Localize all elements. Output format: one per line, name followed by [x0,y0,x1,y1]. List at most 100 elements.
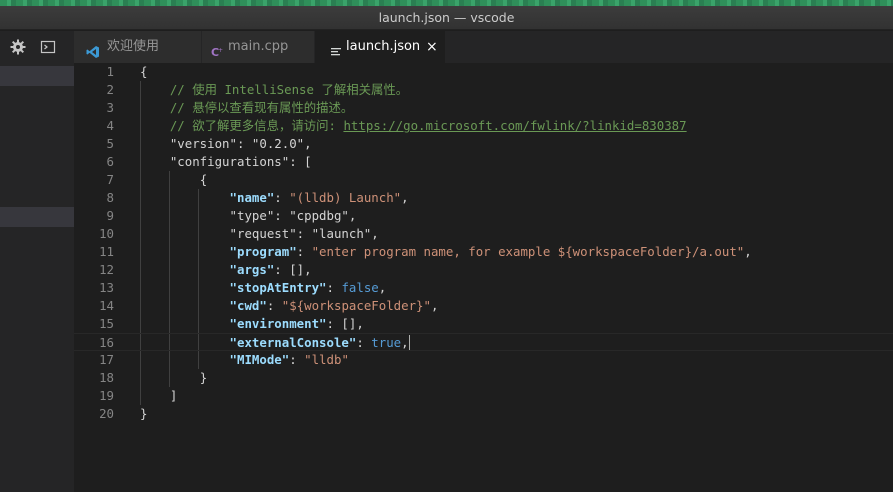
activity-toolbar [0,31,74,63]
gear-icon[interactable] [10,39,26,55]
line-number: 17 [99,352,114,367]
line-number: 1 [106,64,114,79]
code-text: "configurations": [ [140,153,312,171]
code-token: "launch" [311,226,372,241]
code-token: "enter program name, for example ${works… [311,244,745,259]
code-token: : [296,244,312,259]
code-token: "request" [229,226,297,241]
code-token: , [348,208,357,223]
explorer-row-highlight[interactable] [0,66,74,86]
line-number: 15 [99,316,114,331]
code-token: , [371,226,379,241]
line-number: 13 [99,280,114,295]
line-number: 6 [106,154,114,169]
code-token: https://go.microsoft.com/fwlink/?linkid=… [343,118,687,133]
code-text: } [140,405,147,423]
code-token: , [401,190,409,205]
code-line[interactable]: 3 // 悬停以查看现有属性的描述。 [74,99,893,117]
code-token: } [199,370,208,385]
code-token: // 悬停以查看现有属性的描述。 [169,100,354,115]
code-token: "externalConsole" [229,335,357,350]
code-line[interactable]: 1{ [74,63,893,81]
code-line[interactable]: 4 // 欲了解更多信息，请访问: https://go.microsoft.c… [74,117,893,135]
tab-launch-json[interactable]: launch.json × [315,31,445,63]
code-line[interactable]: 13 "stopAtEntry": false, [74,279,893,297]
code-token: "MIMode" [229,352,290,367]
code-token: "stopAtEntry" [229,280,327,295]
code-line[interactable]: 15 "environment": [], [74,315,893,333]
text-cursor [408,335,410,350]
code-text: "version": "0.2.0", [140,135,312,153]
tab-welcome[interactable]: 欢迎使用 [74,31,201,63]
code-token: "(lldb) Launch" [289,190,402,205]
window-title: launch.json — vscode [0,6,893,30]
code-token: false [341,280,379,295]
code-text: // 欲了解更多信息，请访问: https://go.microsoft.com… [140,117,687,135]
code-line[interactable]: 2 // 使用 IntelliSense 了解相关属性。 [74,81,893,99]
code-token: "version" [169,136,237,151]
code-text: { [140,171,207,189]
activity-bar [0,31,74,492]
json-file-icon [329,40,343,56]
line-number: 8 [106,190,114,205]
code-text: "MIMode": "lldb" [140,351,349,369]
code-token: { [140,64,148,79]
code-text: // 使用 IntelliSense 了解相关属性。 [140,81,408,99]
line-number: 14 [99,298,114,313]
code-token: : [ [289,154,312,169]
code-line[interactable]: 19 ] [74,387,893,405]
explorer-row-selected[interactable] [0,207,74,227]
code-token: "environment" [229,316,327,331]
code-line[interactable]: 16 "externalConsole": true, [74,333,893,351]
line-number: 16 [99,335,114,350]
code-token: "configurations" [169,154,290,169]
code-token: // 使用 IntelliSense 了解相关属性。 [169,82,409,97]
close-icon[interactable]: × [426,31,438,63]
code-line[interactable]: 18 } [74,369,893,387]
code-line[interactable]: 5 "version": "0.2.0", [74,135,893,153]
code-line[interactable]: 9 "type": "cppdbg", [74,207,893,225]
code-line[interactable]: 11 "program": "enter program name, for e… [74,243,893,261]
line-number: 2 [106,82,114,97]
tab-main-cpp-label: main.cpp [228,39,289,54]
code-text: "request": "launch", [140,225,379,243]
terminal-icon[interactable] [40,39,56,55]
code-token: "type" [229,208,275,223]
code-token: : [326,280,342,295]
code-line[interactable]: 10 "request": "launch", [74,225,893,243]
code-text: "cwd": "${workspaceFolder}", [140,297,439,315]
code-token: "args" [229,262,275,277]
code-text: "name": "(lldb) Launch", [140,189,409,207]
code-line[interactable]: 12 "args": [], [74,261,893,279]
code-token: : [274,190,290,205]
code-line[interactable]: 6 "configurations": [ [74,153,893,171]
code-line[interactable]: 17 "MIMode": "lldb" [74,351,893,369]
code-line[interactable]: 20} [74,405,893,423]
code-editor[interactable]: 1{2 // 使用 IntelliSense 了解相关属性。 3 // 悬停以查看… [74,63,893,492]
code-text: ] [140,387,177,405]
line-number: 7 [106,172,114,187]
code-text: "environment": [], [140,315,364,333]
code-line[interactable]: 7 { [74,171,893,189]
tab-welcome-label: 欢迎使用 [107,39,160,54]
code-line[interactable]: 8 "name": "(lldb) Launch", [74,189,893,207]
tab-main-cpp[interactable]: C + main.cpp [202,31,314,63]
line-number: 11 [99,244,114,259]
code-line[interactable]: 14 "cwd": "${workspaceFolder}", [74,297,893,315]
code-token: : [274,208,290,223]
code-token: , [744,244,752,259]
code-token: true [371,335,402,350]
code-token: , [430,298,439,313]
